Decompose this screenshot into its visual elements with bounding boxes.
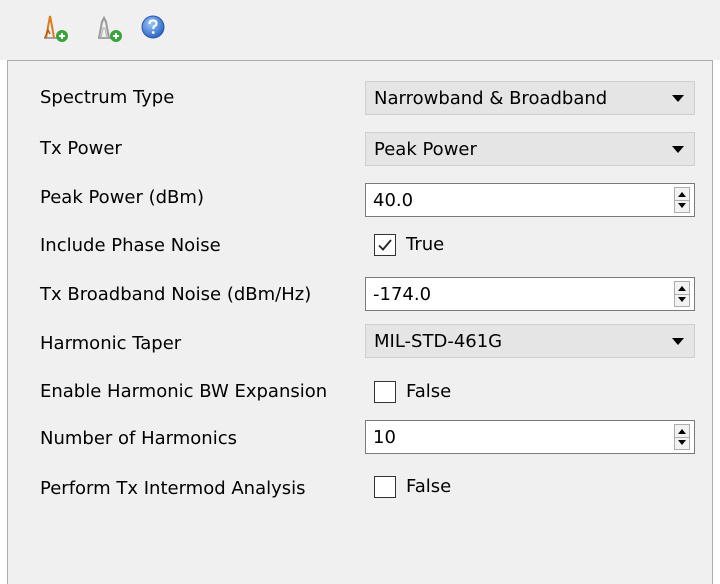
enable-harmonic-bw-expansion-value: False bbox=[406, 381, 452, 402]
spin-down-icon[interactable] bbox=[678, 440, 686, 445]
spectrum-properties-window: Spectrum Type Narrowband & Broadband Tx … bbox=[0, 0, 720, 584]
number-of-harmonics-label: Number of Harmonics bbox=[40, 428, 237, 449]
spin-up-icon[interactable] bbox=[678, 429, 686, 434]
spin-up-icon[interactable] bbox=[678, 286, 686, 291]
include-phase-noise-label: Include Phase Noise bbox=[40, 235, 221, 256]
spin-up-icon[interactable] bbox=[678, 192, 686, 197]
checkbox-box[interactable] bbox=[374, 234, 396, 256]
tx-broadband-noise-spin-buttons[interactable] bbox=[674, 281, 690, 307]
tx-broadband-noise-spinbox[interactable]: -174.0 bbox=[365, 277, 695, 311]
spectrum-type-dropdown[interactable]: Narrowband & Broadband bbox=[365, 81, 695, 115]
include-phase-noise-value: True bbox=[406, 234, 445, 255]
add-broadband-spectrum-icon bbox=[98, 15, 122, 42]
tx-power-dropdown[interactable]: Peak Power bbox=[365, 132, 695, 166]
harmonic-taper-value: MIL-STD-461G bbox=[374, 331, 503, 352]
enable-harmonic-bw-expansion-label: Enable Harmonic BW Expansion bbox=[40, 381, 328, 402]
harmonic-taper-dropdown[interactable]: MIL-STD-461G bbox=[365, 324, 695, 358]
add-narrowband-spectrum-icon bbox=[44, 15, 68, 42]
peak-power-spinbox[interactable]: 40.0 bbox=[365, 183, 695, 217]
spectrum-type-value: Narrowband & Broadband bbox=[374, 88, 608, 109]
tx-power-label: Tx Power bbox=[40, 138, 122, 159]
number-of-harmonics-value: 10 bbox=[373, 427, 396, 448]
harmonic-taper-label: Harmonic Taper bbox=[40, 333, 182, 354]
tx-broadband-noise-label: Tx Broadband Noise (dBm/Hz) bbox=[40, 284, 312, 305]
peak-power-label: Peak Power (dBm) bbox=[40, 187, 204, 208]
add-narrowband-spectrum-button[interactable] bbox=[42, 12, 72, 46]
add-broadband-spectrum-button[interactable] bbox=[96, 12, 126, 46]
number-of-harmonics-spinbox[interactable]: 10 bbox=[365, 420, 695, 454]
checkbox-box[interactable] bbox=[374, 381, 396, 403]
chevron-down-icon bbox=[672, 338, 684, 345]
checkbox-box[interactable] bbox=[374, 476, 396, 498]
checkmark-icon bbox=[378, 239, 392, 251]
peak-power-value: 40.0 bbox=[373, 190, 414, 211]
chevron-down-icon bbox=[672, 95, 684, 102]
tx-power-value: Peak Power bbox=[374, 139, 477, 160]
chevron-down-icon bbox=[672, 146, 684, 153]
spin-down-icon[interactable] bbox=[678, 297, 686, 302]
peak-power-spin-buttons[interactable] bbox=[674, 187, 690, 213]
perform-tx-intermod-analysis-label: Perform Tx Intermod Analysis bbox=[40, 478, 306, 499]
perform-tx-intermod-analysis-value: False bbox=[406, 476, 452, 497]
toolbar bbox=[0, 0, 720, 60]
number-of-harmonics-spin-buttons[interactable] bbox=[674, 424, 690, 450]
help-button[interactable] bbox=[138, 12, 168, 46]
help-icon bbox=[141, 15, 165, 39]
spectrum-type-label: Spectrum Type bbox=[40, 87, 175, 108]
tx-broadband-noise-value: -174.0 bbox=[373, 284, 432, 305]
spin-down-icon[interactable] bbox=[678, 203, 686, 208]
